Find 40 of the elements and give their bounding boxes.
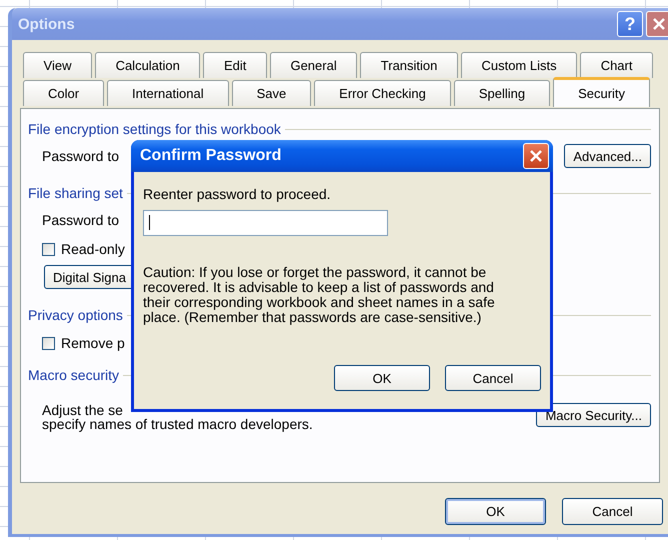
- password-field[interactable]: [143, 210, 388, 236]
- description-text: specify names of trusted macro developers.: [42, 417, 313, 431]
- tab[interactable]: Chart: [580, 52, 654, 78]
- section-heading: Macro security: [28, 367, 120, 383]
- advanced-button[interactable]: Advanced...: [564, 144, 651, 168]
- section-heading: File encryption settings for this workbook: [28, 121, 281, 137]
- dialog-button[interactable]: OK: [445, 498, 546, 525]
- tab[interactable]: Transition: [360, 52, 458, 78]
- tab[interactable]: Error Checking: [314, 80, 451, 106]
- tab[interactable]: View: [23, 52, 92, 78]
- field-label: Password to: [42, 148, 120, 164]
- macro-security-button[interactable]: Macro Security...: [536, 403, 651, 427]
- close-button[interactable]: [646, 11, 668, 37]
- section-heading: File sharing set: [28, 185, 123, 201]
- tab[interactable]: Spelling: [454, 80, 550, 106]
- checkbox[interactable]: [42, 336, 55, 350]
- tab[interactable]: Security: [553, 77, 650, 107]
- tab[interactable]: Calculation: [95, 52, 200, 78]
- close-icon: [652, 17, 666, 31]
- tab[interactable]: International: [107, 80, 229, 106]
- dialog-title: Confirm Password: [140, 147, 282, 165]
- checkbox-label: Read-only: [61, 241, 125, 257]
- tab[interactable]: Edit: [203, 52, 267, 78]
- prompt-text: Reenter password to proceed.: [143, 186, 332, 202]
- caution-text: Caution: If you lose or forget the password, it cannot be recovered. It is advisable to keep a list of passwords and their corresponding workbook and sheet names in a safe place. (Remember that passwords are case-sensitive.): [143, 265, 496, 325]
- checkbox[interactable]: [42, 242, 55, 256]
- dialog-button[interactable]: OK: [334, 365, 430, 391]
- field-label: Password to: [42, 212, 120, 228]
- window-title: Options: [18, 16, 76, 32]
- dialog-button[interactable]: Cancel: [562, 498, 663, 525]
- tab[interactable]: General: [270, 52, 358, 78]
- description-text: Adjust the se: [42, 403, 124, 417]
- dialog-button[interactable]: Cancel: [445, 365, 541, 391]
- checkbox-label: Remove p: [61, 335, 125, 351]
- tab[interactable]: Color: [23, 80, 104, 106]
- tab[interactable]: Save: [232, 80, 312, 106]
- section-heading: Privacy options: [28, 307, 123, 323]
- close-icon: [529, 149, 543, 163]
- close-button[interactable]: [523, 143, 549, 169]
- tab[interactable]: Custom Lists: [460, 52, 578, 78]
